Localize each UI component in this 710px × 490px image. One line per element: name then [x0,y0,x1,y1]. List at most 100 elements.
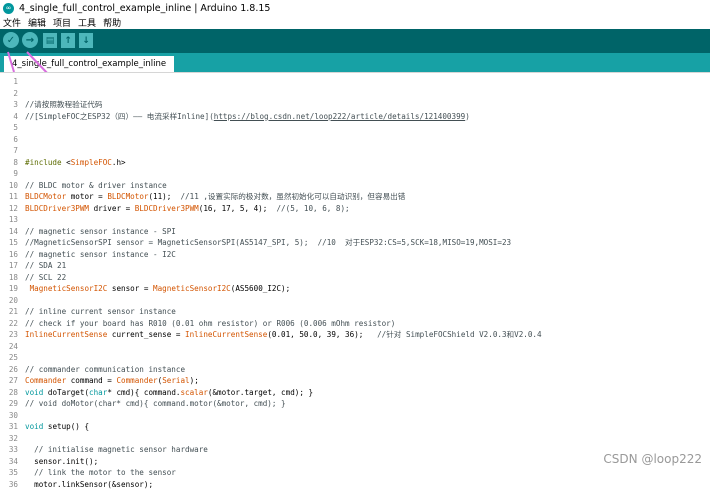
code-line: 20 [0,295,710,307]
code-text: //[SimpleFOC之ESP32（四）—— 电流采样Inline](http… [25,112,470,121]
menu-edit[interactable]: 编辑 [28,16,46,29]
code-line: 22 // check if your board has R010 (0.01 … [0,318,710,330]
line-number: 14 [0,226,18,238]
line-number: 20 [0,295,18,307]
code-line: 12 BLDCDriver3PWM driver = BLDCDriver3PWM… [0,203,710,215]
code-line: 30 [0,410,710,422]
line-number: 4 [0,111,18,123]
line-number: 33 [0,444,18,456]
menu-sketch[interactable]: 项目 [53,16,71,29]
line-number: 22 [0,318,18,330]
line-number: 28 [0,387,18,399]
code-line: 9 [0,168,710,180]
code-line: 16 // magnetic sensor instance - I2C [0,249,710,261]
code-text: // SDA 21 [25,261,66,270]
code-line: 35 // link the motor to the sensor [0,467,710,479]
code-line: 11 BLDCMotor motor = BLDCMotor(11); //11 … [0,191,710,203]
line-number: 18 [0,272,18,284]
code-text: // check if your board has R010 (0.01 oh… [25,319,395,328]
line-number: 34 [0,456,18,468]
code-line: 31 void setup() { [0,421,710,433]
code-line: 1 [0,76,710,88]
code-line: 21 // inline current sensor instance [0,306,710,318]
code-text: // initialise magnetic sensor hardware [25,445,208,454]
code-text: // void doMotor(char* cmd){ command.moto… [25,399,286,408]
line-number: 16 [0,249,18,261]
watermark: CSDN @loop222 [603,452,702,466]
menu-bar: 文件 编辑 项目 工具 帮助 [0,16,710,29]
line-number: 13 [0,214,18,226]
line-number: 9 [0,168,18,180]
line-number: 27 [0,375,18,387]
line-number: 24 [0,341,18,353]
code-text: //请按照教程验证代码 [25,100,103,109]
code-line: 7 [0,145,710,157]
line-number: 35 [0,467,18,479]
line-number: 5 [0,122,18,134]
code-text: // SCL 22 [25,273,66,282]
code-text: // BLDC motor & driver instance [25,181,167,190]
code-text: void setup() { [25,422,89,431]
code-text: #include <SimpleFOC.h> [25,158,126,167]
code-text: // magnetic sensor instance - I2C [25,250,176,259]
line-number: 7 [0,145,18,157]
code-text: BLDCDriver3PWM driver = BLDCDriver3PWM(1… [25,204,350,213]
code-text: // magnetic sensor instance - SPI [25,227,176,236]
code-text: Commander command = Commander(Serial); [25,376,199,385]
title-bar: ∞ 4_single_full_control_example_inline |… [0,0,710,16]
line-number: 31 [0,421,18,433]
menu-file[interactable]: 文件 [3,16,21,29]
code-line: 25 [0,352,710,364]
code-line: 36 motor.linkSensor(&sensor); [0,479,710,490]
code-line: 13 [0,214,710,226]
code-line: 18 // SCL 22 [0,272,710,284]
code-line: 26 // commander communication instance [0,364,710,376]
line-number: 6 [0,134,18,146]
code-line: 3//请按照教程验证代码 [0,99,710,111]
code-line: 6 [0,134,710,146]
code-text: // inline current sensor instance [25,307,176,316]
code-text: sensor.init(); [25,457,98,466]
code-text: InlineCurrentSense current_sense = Inlin… [25,330,542,339]
code-text: //MagneticSensorSPI sensor = MagneticSen… [25,238,511,247]
code-line: 28 void doTarget(char* cmd){ command.scal… [0,387,710,399]
code-text: MagneticSensorI2C sensor = MagneticSenso… [25,284,290,293]
line-number: 36 [0,479,18,490]
line-number: 21 [0,306,18,318]
window-title: 4_single_full_control_example_inline | A… [19,3,270,14]
line-number: 26 [0,364,18,376]
line-number: 8 [0,157,18,169]
code-line: 27 Commander command = Commander(Serial); [0,375,710,387]
toolbar: ✓ → ▤ ↑ ↓ [0,29,710,53]
save-button[interactable]: ↓ [79,33,93,48]
code-line: 15 //MagneticSensorSPI sensor = MagneticS… [0,237,710,249]
code-text: motor.linkSensor(&sensor); [25,480,153,489]
code-line: 19 MagneticSensorI2C sensor = MagneticSe… [0,283,710,295]
line-number: 11 [0,191,18,203]
line-number: 23 [0,329,18,341]
tab-bar: 4_single_full_control_example_inline [0,53,710,72]
code-line: 8 #include <SimpleFOC.h> [0,157,710,169]
code-line: 29 // void doMotor(char* cmd){ command.mo… [0,398,710,410]
code-text: BLDCMotor motor = BLDCMotor(11); //11 ,设… [25,192,405,201]
code-text: // commander communication instance [25,365,185,374]
code-text: void doTarget(char* cmd){ command.scalar… [25,388,313,397]
code-editor[interactable]: 123//请按照教程验证代码4//[SimpleFOC之ESP32（四）—— 电… [0,72,710,477]
line-number: 30 [0,410,18,422]
line-number: 15 [0,237,18,249]
code-line: 4 //[SimpleFOC之ESP32（四）—— 电流采样Inline](htt… [0,111,710,123]
line-number: 17 [0,260,18,272]
line-number: 29 [0,398,18,410]
line-number: 1 [0,76,18,88]
line-number: 32 [0,433,18,445]
menu-help[interactable]: 帮助 [103,16,121,29]
code-line: 23 InlineCurrentSense current_sense = Inl… [0,329,710,341]
menu-tools[interactable]: 工具 [78,16,96,29]
line-number: 12 [0,203,18,215]
line-number: 10 [0,180,18,192]
code-line: 2 [0,88,710,100]
code-line: 10 // BLDC motor & driver instance [0,180,710,192]
line-number: 19 [0,283,18,295]
code-line: 17 // SDA 21 [0,260,710,272]
arrow-down-icon: ↓ [82,36,90,46]
